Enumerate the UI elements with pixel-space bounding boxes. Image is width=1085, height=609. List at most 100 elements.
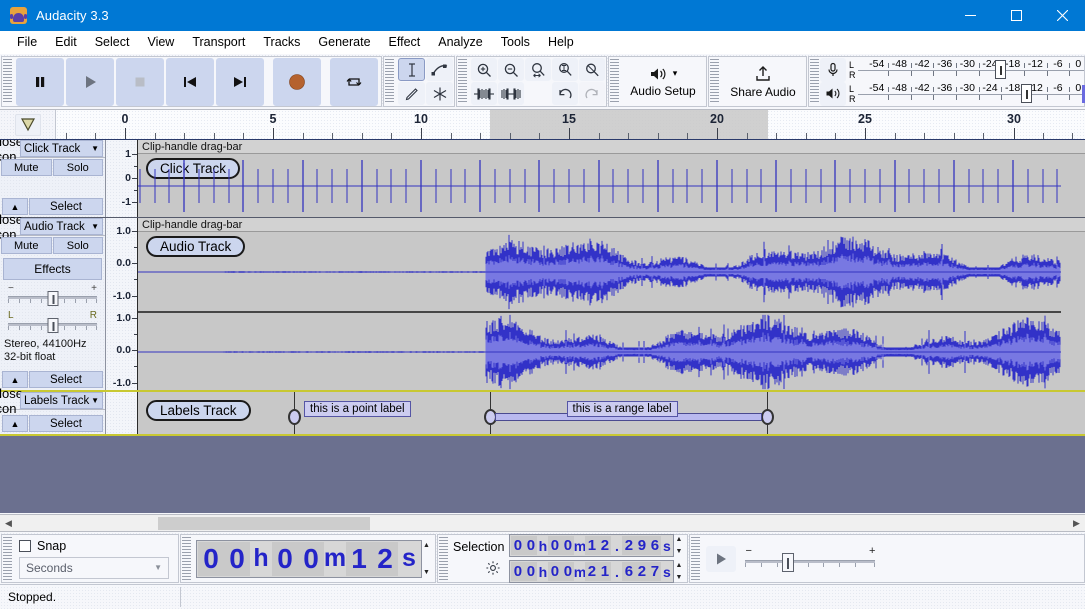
close-icon[interactable]: close-icon [0, 392, 20, 409]
track-name-dropdown-audio-track[interactable]: Audio Track ▼ [20, 218, 103, 235]
redo-button[interactable] [579, 82, 605, 105]
play-speed-slider[interactable]: − + [745, 545, 875, 573]
menu-transport[interactable]: Transport [183, 33, 254, 51]
scrollbar-thumb[interactable] [158, 517, 370, 530]
timeline-ruler[interactable]: 051015202530 [56, 110, 1085, 139]
audio-position-display[interactable]: 00h00m12s [196, 540, 422, 578]
menu-file[interactable]: File [8, 33, 46, 51]
spin-down-icon[interactable]: ▼ [675, 548, 682, 555]
selection-tool[interactable] [398, 58, 425, 81]
tools-toolbar-grip[interactable] [385, 59, 394, 104]
time-digit[interactable]: 0 [298, 542, 324, 576]
pan-slider-audio-track[interactable]: LR [8, 312, 97, 334]
time-digit[interactable]: 2 [585, 562, 598, 581]
time-digit[interactable]: 0 [561, 536, 574, 555]
stop-button[interactable] [116, 58, 164, 106]
vertical-ruler-audio-track[interactable]: 1.0 0.0 -1.0 1.0 0.0 -1.0 [106, 218, 138, 390]
menu-help[interactable]: Help [539, 33, 583, 51]
menu-select[interactable]: Select [86, 33, 139, 51]
spin-up-icon[interactable]: ▲ [675, 562, 682, 569]
menu-edit[interactable]: Edit [46, 33, 86, 51]
time-digit[interactable]: 1 [346, 542, 372, 576]
time-digit[interactable]: 0 [272, 542, 298, 576]
time-digit[interactable]: 0 [224, 542, 250, 576]
play-button[interactable] [66, 58, 114, 106]
select-button-click-track[interactable]: Select [29, 198, 103, 215]
time-digit[interactable]: 0 [198, 542, 224, 576]
gear-icon[interactable] [482, 558, 504, 578]
selection-start-display[interactable]: 00h00m12.296s [509, 534, 674, 557]
time-digit[interactable]: 7 [648, 562, 661, 581]
pause-button[interactable] [16, 58, 64, 106]
selection-start-spinner[interactable]: ▲ ▼ [674, 536, 683, 555]
skip-to-start-button[interactable] [166, 58, 214, 106]
label-point-handle[interactable] [288, 409, 301, 425]
time-digit[interactable]: 6 [622, 562, 635, 581]
snap-checkbox[interactable] [19, 540, 31, 552]
chevron-down-icon[interactable]: ▼ [91, 222, 99, 231]
time-digit[interactable]: 0 [524, 536, 537, 555]
clip-title-labels-track[interactable]: Labels Track [146, 400, 251, 421]
menu-effect[interactable]: Effect [380, 33, 430, 51]
silence-audio-button[interactable] [498, 82, 524, 105]
time-digit[interactable]: 0 [548, 536, 561, 555]
select-button-labels-track[interactable]: Select [29, 415, 103, 432]
horizontal-scrollbar[interactable]: ◀ ▶ [0, 514, 1085, 531]
play-speed-thumb[interactable] [782, 553, 794, 572]
multi-tool[interactable] [426, 82, 453, 105]
skip-to-end-button[interactable] [216, 58, 264, 106]
edit-toolbar-grip[interactable] [458, 59, 467, 104]
time-digit[interactable]: 2 [372, 542, 398, 576]
label-text-range[interactable]: this is a range label [567, 401, 678, 417]
playback-volume-slider[interactable] [1021, 84, 1032, 103]
snapping-toolbar-grip[interactable] [3, 537, 12, 580]
pan-slider-thumb[interactable] [47, 318, 58, 333]
speaker-meter-icon[interactable] [820, 82, 846, 106]
spin-down-icon[interactable]: ▼ [423, 569, 430, 576]
fit-project-button[interactable] [552, 58, 578, 81]
clip-handle-drag-bar-audio-track[interactable]: Clip-handle drag-bar [138, 218, 1085, 232]
scroll-right-arrow[interactable]: ▶ [1068, 515, 1085, 532]
undo-button[interactable] [552, 82, 578, 105]
recording-meter[interactable]: L R -54 -48 -42 -36 -30 -24 -18 -12 -6 [820, 58, 1084, 82]
label-range-handle[interactable] [761, 409, 774, 425]
maximize-button[interactable] [993, 0, 1039, 31]
snap-mode-select[interactable]: Seconds ▼ [19, 557, 169, 579]
time-toolbar-grip[interactable] [182, 537, 191, 580]
time-digit[interactable]: 9 [635, 536, 648, 555]
vertical-ruler-click-track[interactable]: 1 0 -1 [106, 140, 138, 217]
play-at-speed-button[interactable] [706, 546, 736, 572]
gain-slider-audio-track[interactable]: −+ [8, 285, 97, 307]
snap-toggle[interactable]: Snap [19, 539, 66, 553]
transport-toolbar-grip[interactable] [3, 59, 12, 104]
time-digit[interactable]: 6 [648, 536, 661, 555]
solo-button-click-track[interactable]: Solo [53, 159, 104, 176]
menu-analyze[interactable]: Analyze [429, 33, 491, 51]
menu-generate[interactable]: Generate [309, 33, 379, 51]
audio-setup-dropdown-icon[interactable]: ▾ [673, 68, 678, 79]
waveform-audio-track[interactable]: Clip-handle drag-bar Audio Track [138, 218, 1085, 390]
audio-position-spinner[interactable]: ▲ ▼ [422, 542, 431, 576]
time-digit[interactable]: 0 [511, 562, 524, 581]
audio-setup-button[interactable]: ▾ Audio Setup [622, 58, 704, 106]
solo-button-audio-track[interactable]: Solo [53, 237, 104, 254]
minimize-button[interactable] [947, 0, 993, 31]
menu-tools[interactable]: Tools [492, 33, 539, 51]
menu-view[interactable]: View [138, 33, 183, 51]
label-text-point[interactable]: this is a point label [304, 401, 411, 417]
chevron-down-icon[interactable]: ▼ [91, 396, 99, 405]
time-digit[interactable]: 1 [598, 562, 611, 581]
record-button[interactable] [273, 58, 321, 106]
share-audio-button[interactable]: Share Audio [722, 58, 804, 106]
spin-up-icon[interactable]: ▲ [675, 536, 682, 543]
time-digit[interactable]: 1 [585, 536, 598, 555]
recording-volume-slider[interactable] [995, 60, 1006, 79]
time-digit[interactable]: 0 [548, 562, 561, 581]
loop-button[interactable] [330, 58, 378, 106]
meter-toolbar-grip[interactable] [810, 59, 819, 104]
fit-selection-button[interactable] [525, 58, 551, 81]
menu-tracks[interactable]: Tracks [254, 33, 309, 51]
draw-tool[interactable] [398, 82, 425, 105]
spin-down-icon[interactable]: ▼ [675, 574, 682, 581]
selection-end-display[interactable]: 00h00m21.627s [509, 560, 674, 583]
